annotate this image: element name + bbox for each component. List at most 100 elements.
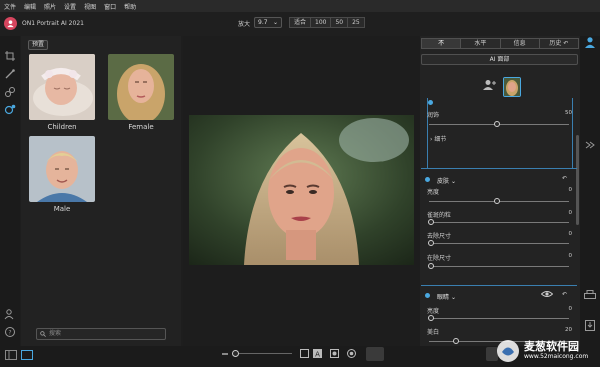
skin-brightness-knob[interactable] [494, 198, 500, 204]
panel-tabs: 不 水平 信息 历史 ↶ [421, 38, 579, 49]
search-input[interactable]: 搜索 [36, 328, 166, 340]
zoom-50-button[interactable]: 50 [330, 17, 349, 28]
menu-bar: 文件 编辑 照片 设置 视图 窗口 帮助 [0, 0, 600, 12]
freckle-label: 雀斑的粒 [427, 212, 452, 219]
menu-view[interactable]: 视图 [84, 2, 96, 11]
eyes-brightness-value: 0 [568, 306, 573, 312]
other-size-label: 在除尺寸 [427, 255, 452, 262]
app-title: ON1 Portrait AI 2021 [22, 20, 84, 27]
thumbnail-children[interactable] [29, 54, 95, 120]
zoom-25-button[interactable]: 25 [347, 17, 365, 28]
zoom-value: 9.7 [258, 19, 268, 26]
compare-icon[interactable] [300, 349, 309, 358]
eyes-enabled-dot[interactable] [425, 293, 430, 298]
person-settings-icon[interactable] [4, 308, 16, 320]
freckle-knob[interactable] [428, 219, 434, 225]
retouch-value: 50 [565, 110, 572, 116]
export-icon[interactable] [584, 319, 596, 331]
fit-options: 适合 100 50 25 [289, 17, 365, 28]
freckle-track[interactable] [429, 222, 569, 223]
menu-photo[interactable]: 照片 [44, 2, 56, 11]
freckle-value: 0 [568, 210, 573, 216]
zoom-100-button[interactable]: 100 [310, 17, 332, 28]
tab-info[interactable]: 信息 [499, 38, 540, 49]
whiten-label: 美白 [427, 329, 440, 336]
section-indicator [427, 98, 428, 168]
search-placeholder: 搜索 [49, 330, 62, 337]
other-size-track[interactable] [429, 266, 569, 267]
eyes-brightness-label: 亮度 [427, 308, 440, 315]
portrait-module-icon[interactable] [584, 36, 596, 48]
skin-brightness-label: 亮度 [427, 189, 440, 196]
ai-face-button[interactable]: AI 面部 [421, 54, 578, 65]
face-thumbnail[interactable] [503, 77, 521, 97]
fit-button[interactable]: 适合 [289, 17, 312, 28]
eye-toggle-icon[interactable] [347, 349, 356, 358]
eyes-section-title[interactable]: 眼睛 ⌄ [437, 292, 456, 301]
menu-settings[interactable]: 设置 [64, 2, 76, 11]
watermark-title: 麦葱软件园 [524, 340, 579, 353]
single-view-icon[interactable] [21, 350, 33, 360]
tab-history[interactable]: 历史 ↶ [538, 38, 579, 49]
print-icon[interactable] [584, 290, 596, 301]
brush-icon[interactable] [4, 68, 16, 80]
svg-text:A: A [315, 351, 320, 359]
tab-none[interactable]: 不 [421, 38, 462, 49]
eyes-brightness-knob[interactable] [428, 315, 434, 321]
remove-size-track[interactable] [429, 243, 569, 244]
eyes-brightness-track[interactable] [429, 318, 569, 319]
zoom-slider-track[interactable] [232, 353, 292, 354]
search-icon [40, 331, 46, 337]
skin-title: 皮肤 [437, 178, 450, 185]
tab-level[interactable]: 水平 [460, 38, 501, 49]
skin-section-title[interactable]: 皮肤 ⌄ [437, 176, 456, 185]
right-icon-strip [580, 36, 600, 367]
retouch-icon[interactable] [4, 86, 16, 98]
eyes-title: 眼睛 [437, 294, 450, 301]
preset-button[interactable]: 预置 [28, 40, 48, 50]
panel-scrollbar[interactable] [576, 135, 579, 225]
face-tool-icon[interactable] [4, 104, 16, 116]
undo-icon: ↶ [563, 40, 569, 47]
preview-icon[interactable] [330, 349, 339, 358]
section-divider [421, 168, 577, 169]
help-icon[interactable]: ? [4, 326, 16, 338]
menu-file[interactable]: 文件 [4, 2, 16, 11]
detail-toggle[interactable]: › 细节 [430, 134, 446, 143]
tab-history-label: 历史 [549, 40, 562, 47]
section-enabled-dot[interactable] [428, 100, 433, 105]
reset-icon[interactable]: ↶ [562, 175, 567, 182]
thumbnail-male[interactable] [29, 136, 95, 202]
chevron-down-icon: ⌄ [450, 294, 456, 301]
eye-visibility-icon[interactable] [541, 290, 553, 298]
zoom-slider-knob[interactable] [232, 350, 239, 357]
reset-icon[interactable]: ↶ [562, 291, 567, 298]
action-button[interactable] [366, 347, 384, 361]
crop-icon[interactable] [4, 50, 16, 62]
watermark-url: www.52maicong.com [524, 353, 589, 360]
menu-help[interactable]: 帮助 [124, 2, 136, 11]
svg-text:?: ? [8, 329, 11, 336]
thumbnail-female[interactable] [108, 54, 174, 120]
zoom-out-icon[interactable] [222, 350, 228, 358]
zoom-select[interactable]: 9.7 ⌄ [254, 17, 282, 28]
retouch-label: 润饰 [427, 112, 440, 119]
main-photo[interactable] [189, 115, 414, 265]
app-logo-icon [4, 17, 17, 30]
skin-enabled-dot[interactable] [425, 177, 430, 182]
skin-brightness-value: 0 [568, 187, 573, 193]
whiten-knob[interactable] [453, 338, 459, 344]
chevron-right-icon: › [430, 136, 433, 143]
menu-edit[interactable]: 编辑 [24, 2, 36, 11]
retouch-slider-knob[interactable] [494, 121, 500, 127]
remove-size-knob[interactable] [428, 240, 434, 246]
menu-window[interactable]: 窗口 [104, 2, 116, 11]
detail-label: 细节 [434, 136, 447, 143]
mask-view-icon[interactable]: A [313, 349, 322, 358]
section-indicator [572, 98, 573, 168]
other-size-knob[interactable] [428, 263, 434, 269]
add-face-icon[interactable] [483, 79, 497, 91]
expand-icon[interactable] [585, 141, 595, 149]
filmstrip-icon[interactable] [5, 350, 17, 360]
thumbnail-male-label: Male [53, 205, 71, 213]
